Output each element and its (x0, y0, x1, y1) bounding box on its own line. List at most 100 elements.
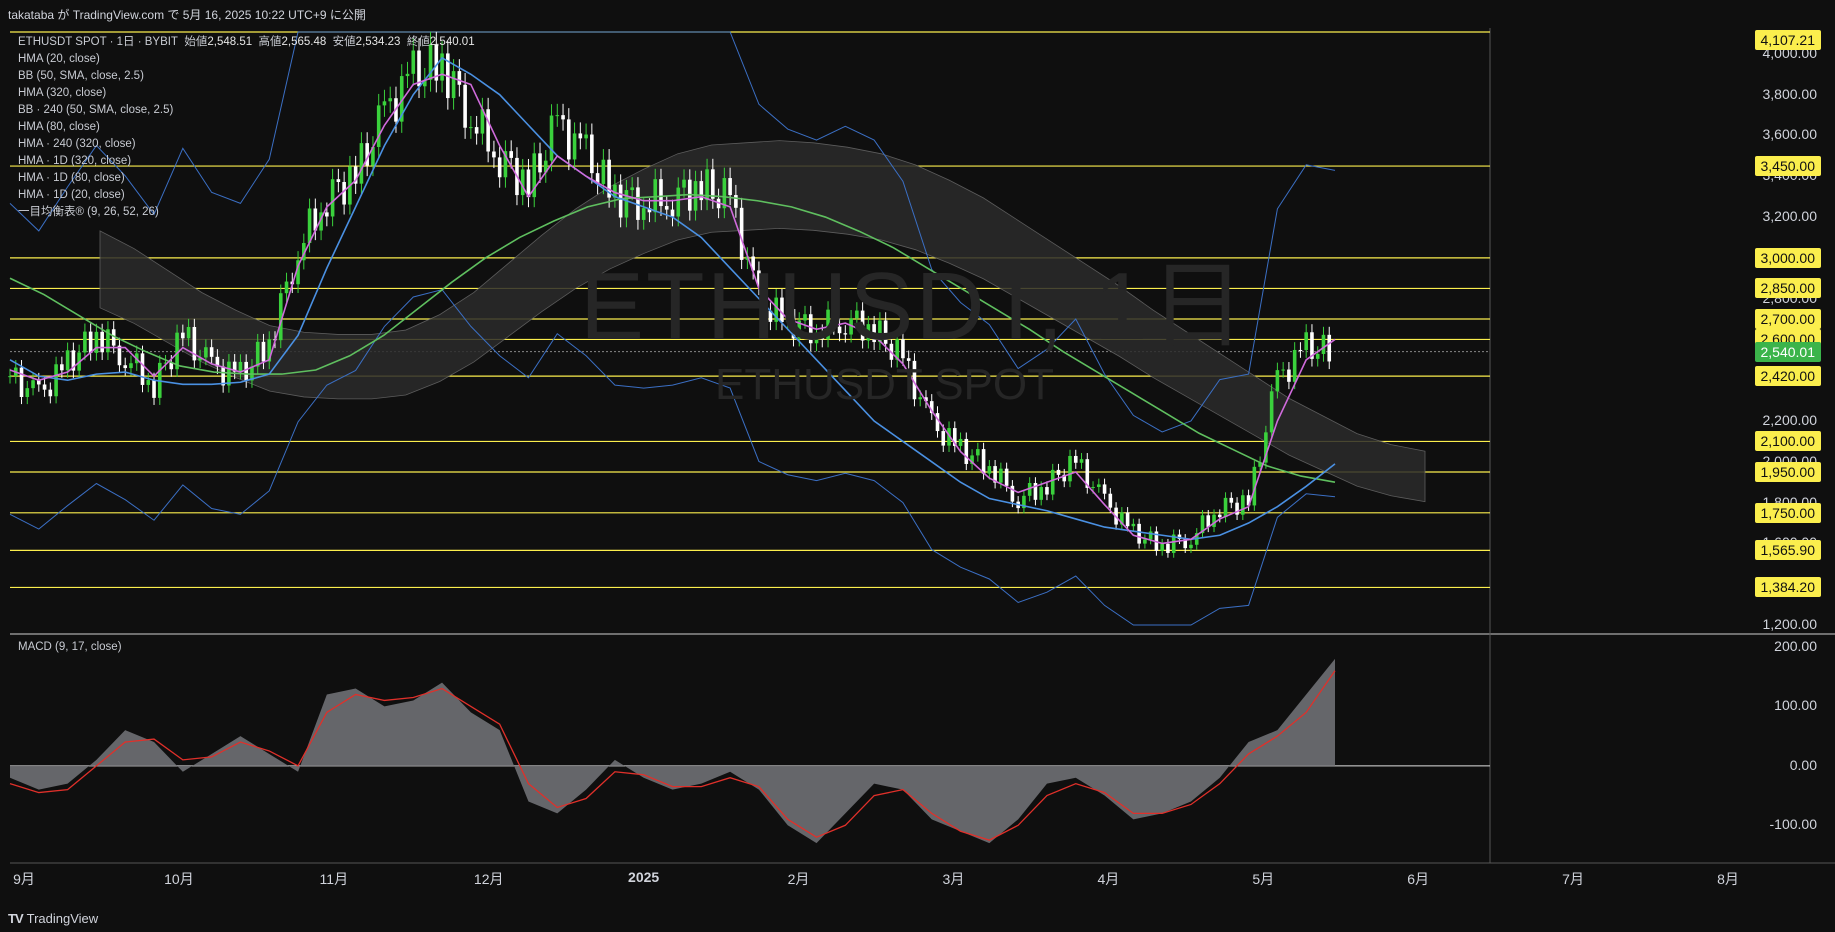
candle-body (65, 350, 70, 371)
candle-body (549, 115, 554, 161)
candle-body (693, 181, 698, 211)
candle-body (123, 365, 128, 369)
indicator-legend-item[interactable]: BB · 240 (50, SMA, close, 2.5) (18, 102, 475, 119)
candle-body (987, 466, 992, 474)
candle-body (653, 179, 658, 213)
candle-body (601, 159, 606, 184)
indicator-legend-item[interactable]: HMA (320, close) (18, 85, 475, 102)
candle-body (1212, 514, 1216, 527)
candle-body (538, 153, 542, 173)
indicator-legend-item[interactable]: HMA (80, close) (18, 119, 475, 136)
brand-name: TradingView (26, 911, 99, 926)
candle-body (509, 151, 513, 158)
candle-body (284, 281, 289, 294)
candle-body (1269, 391, 1274, 433)
candle-body (140, 353, 145, 385)
level-price-tag: 3,450.00 (1754, 156, 1821, 177)
close-value: 2,540.01 (429, 36, 475, 48)
candle-body (734, 195, 738, 208)
candle-body (209, 347, 214, 357)
candle-body (676, 187, 681, 217)
price-axis-label: 3,800.00 (1762, 85, 1818, 102)
candle-body (238, 361, 243, 372)
price-axis-label: 3,200.00 (1762, 208, 1818, 225)
candle-body (1321, 334, 1326, 354)
candle-body (941, 431, 946, 446)
candle-body (1304, 332, 1308, 351)
candle-body (1160, 543, 1164, 551)
candle-body (48, 389, 53, 397)
high-value: 2,565.48 (281, 36, 327, 48)
candle-body (555, 115, 560, 117)
indicator-legend-item[interactable]: 一目均衡表® (9, 26, 52, 26) (18, 204, 475, 221)
low-label: 安値 (332, 36, 356, 48)
ohlc-line[interactable]: ETHUSDT SPOT · 1日 · BYBIT 始値2,548.51 高値2… (18, 34, 475, 51)
candle-body (1217, 514, 1222, 518)
candle-body (261, 341, 266, 362)
candle-body (186, 326, 191, 339)
candle-body (100, 331, 104, 353)
price-axis-label: 1,200.00 (1762, 616, 1818, 632)
candle-body (1004, 468, 1009, 486)
indicator-legend-item[interactable]: HMA · 240 (320, close) (18, 136, 475, 153)
price-axis-label: 3,600.00 (1762, 126, 1818, 143)
level-price-tag: 1,384.20 (1754, 577, 1821, 598)
macd-pane (9, 658, 1490, 844)
candle-body (1315, 353, 1320, 359)
candle-body (584, 134, 588, 139)
candle-body (1079, 459, 1084, 463)
candle-body (1073, 455, 1078, 463)
tradingview-logo-icon: TV (8, 911, 24, 926)
indicator-legend-item[interactable]: BB (50, SMA, close, 2.5) (18, 68, 475, 85)
candle-body (492, 151, 496, 158)
candle-body (152, 380, 156, 398)
open-label: 始値 (184, 36, 208, 48)
candle-body (146, 380, 151, 385)
candle-body (19, 367, 24, 398)
candle-body (1137, 523, 1141, 544)
time-axis-label: 4月 (1097, 871, 1120, 887)
candle-body (1166, 543, 1170, 553)
candle-body (94, 331, 99, 353)
candle-body (1056, 469, 1061, 475)
candle-body (42, 384, 47, 390)
time-axis-label: 7月 (1562, 871, 1584, 887)
candle-body (1241, 495, 1245, 515)
level-price-tag: 2,100.00 (1754, 431, 1821, 452)
candle-body (1097, 484, 1101, 487)
candle-body (83, 331, 87, 353)
high-label: 高値 (258, 36, 282, 48)
time-axis-label: 2025 (628, 869, 660, 885)
candle-body (976, 449, 980, 456)
level-price-tag: 2,700.00 (1754, 309, 1821, 330)
candle-body (8, 376, 12, 378)
candle-body (60, 364, 64, 371)
candle-body (1287, 369, 1291, 382)
indicator-legend-item[interactable]: HMA (20, close) (18, 51, 475, 68)
candle-body (25, 388, 30, 398)
candle-body (486, 109, 490, 152)
candle-body (1045, 487, 1049, 495)
footer: TV TradingView (8, 911, 98, 926)
candle-body (624, 190, 629, 218)
candle-body (670, 209, 675, 217)
macd-legend[interactable]: MACD (9, 17, close) (18, 641, 122, 653)
candle-body (659, 179, 663, 207)
indicator-legend-item[interactable]: HMA · 1D (320, close) (18, 153, 475, 170)
level-price-tag: 1,950.00 (1754, 462, 1821, 483)
level-price-tag: 3,000.00 (1754, 247, 1821, 268)
level-price-tag: 2,850.00 (1754, 278, 1821, 299)
indicator-legend-item[interactable]: HMA · 1D (80, close) (18, 170, 475, 187)
candle-body (117, 345, 122, 366)
candle-body (88, 331, 93, 353)
candle-body (31, 380, 35, 389)
chart-legend: ETHUSDT SPOT · 1日 · BYBIT 始値2,548.51 高値2… (18, 34, 475, 221)
candle-body (964, 438, 969, 464)
candle-body (1050, 469, 1055, 495)
candle-body (54, 364, 58, 397)
indicator-legend-item[interactable]: HMA · 1D (20, close) (18, 187, 475, 204)
candle-body (728, 178, 732, 196)
candle-body (664, 206, 669, 210)
candle-body (711, 169, 715, 199)
candle-body (129, 363, 133, 369)
